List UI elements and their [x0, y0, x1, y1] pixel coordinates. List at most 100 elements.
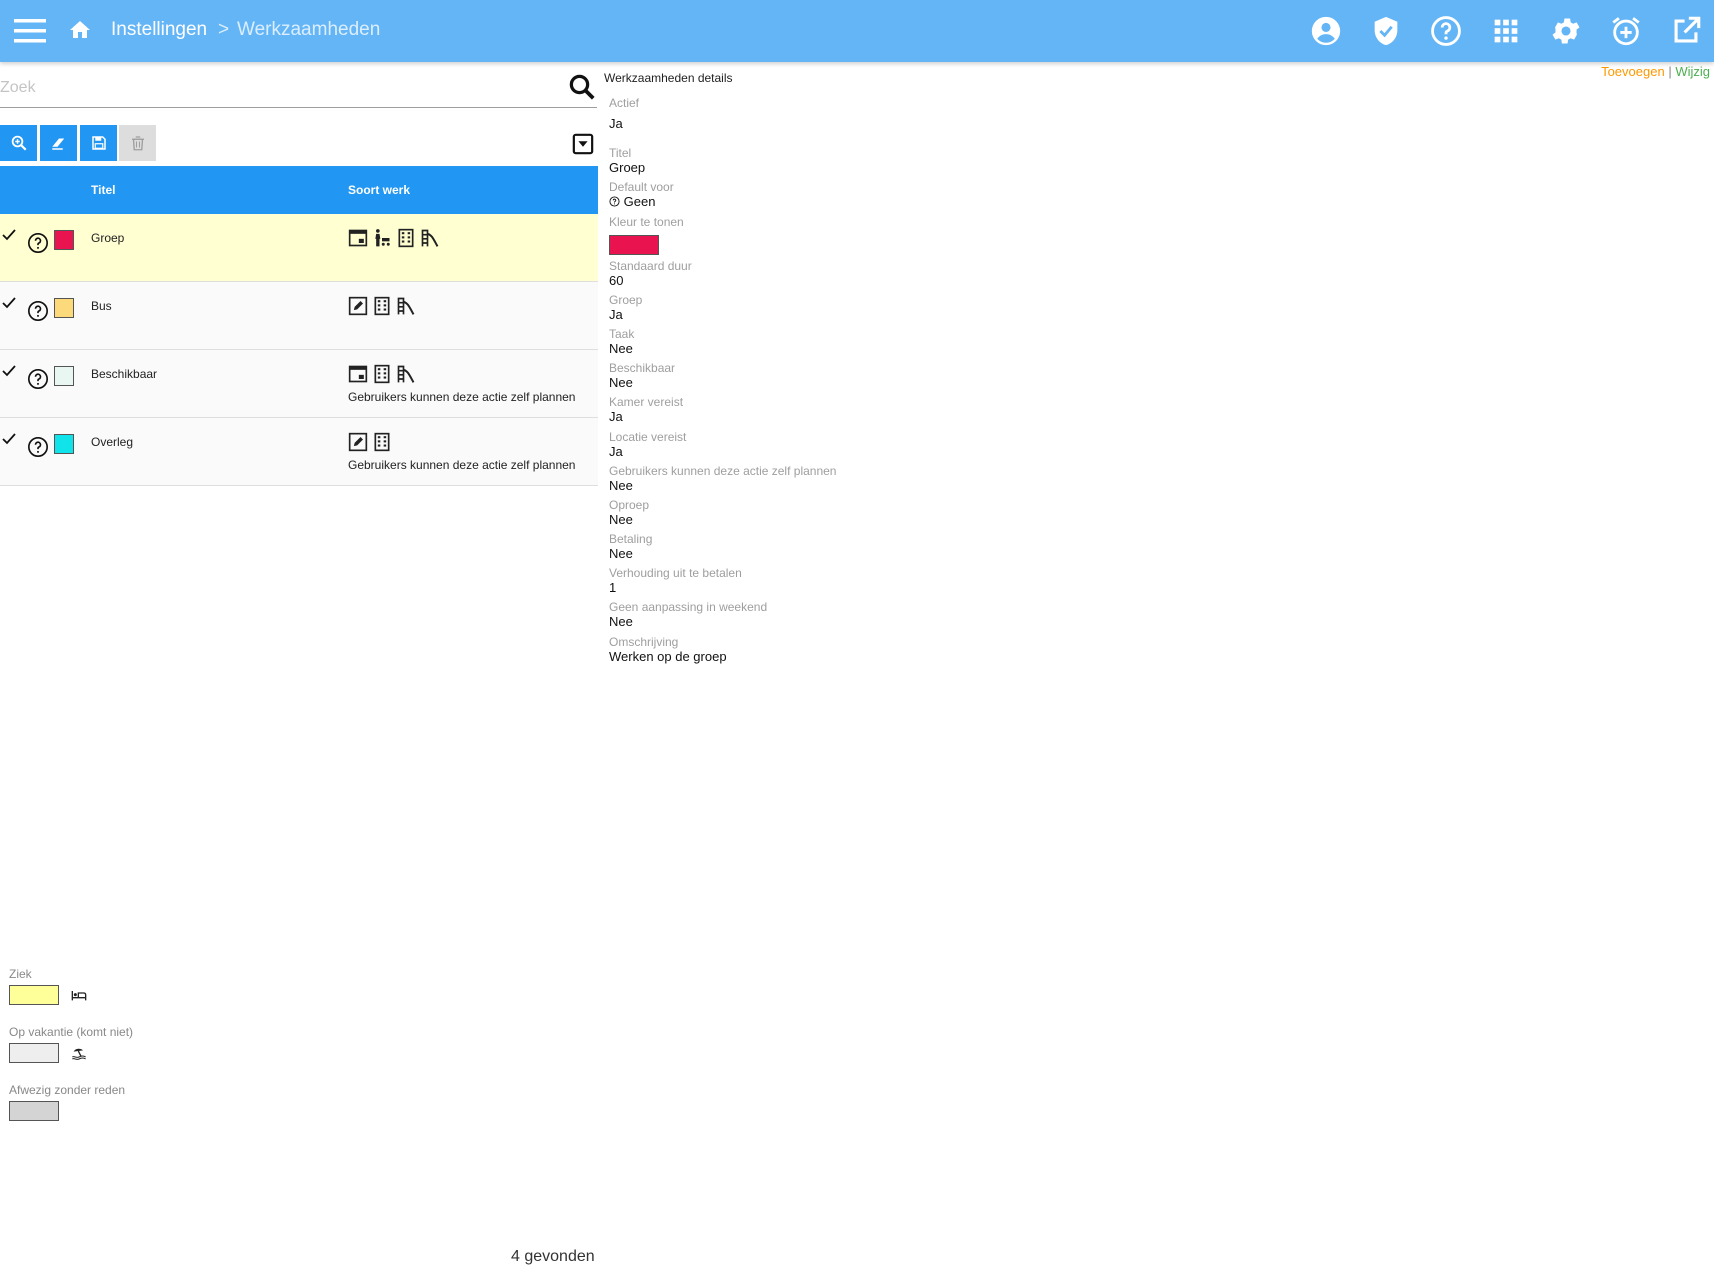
playground-icon	[397, 297, 415, 315]
legend-afwezig: Afwezig zonder reden	[9, 1083, 125, 1121]
zoom-button[interactable]	[0, 125, 37, 161]
add-link[interactable]: Toevoegen	[1601, 64, 1665, 79]
home-icon[interactable]	[68, 18, 94, 44]
field-value: Groep	[609, 160, 646, 175]
gear-icon[interactable]	[1549, 14, 1583, 48]
field-label: Gebruikers kunnen deze actie zelf planne…	[609, 464, 837, 478]
field-value: Ja	[609, 444, 623, 459]
row-work-type-icons	[348, 296, 416, 318]
field-label: Omschrijving	[609, 635, 679, 649]
edit-link[interactable]: Wijzig	[1675, 64, 1710, 79]
help-icon[interactable]	[1429, 14, 1463, 48]
menu-icon[interactable]	[14, 16, 46, 46]
search-bar	[0, 70, 597, 108]
field-value: Nee	[609, 512, 633, 527]
field-omschrijving: Omschrijving Werken op de groep	[609, 635, 727, 664]
top-bar: Instellingen > Werkzaamheden	[0, 0, 1714, 62]
row-title: Bus	[91, 299, 112, 313]
field-zelf-plannen: Gebruikers kunnen deze actie zelf planne…	[609, 464, 836, 493]
breadcrumb-instellingen[interactable]: Instellingen	[111, 19, 207, 41]
row-title: Groep	[91, 231, 125, 245]
field-default-voor: Default voor Geen	[609, 180, 674, 209]
row-color-swatch	[54, 298, 74, 318]
legend-vakantie: Op vakantie (komt niet)	[9, 1025, 133, 1063]
field-actief: Actief Ja	[609, 96, 639, 131]
open-external-icon[interactable]	[1669, 14, 1703, 48]
column-soort-werk[interactable]: Soort werk	[348, 183, 410, 197]
table-row[interactable]: Groep	[0, 214, 598, 282]
detail-title: Werkzaamheden details	[604, 71, 733, 85]
account-icon[interactable]	[1309, 14, 1343, 48]
delete-icon	[131, 136, 144, 151]
table-row[interactable]: Overleg Gebruikers kunnen deze actie zel…	[0, 418, 598, 486]
field-value-row: Geen	[609, 194, 674, 209]
row-work-type-icons	[348, 364, 416, 386]
check-icon	[2, 297, 16, 309]
row-note: Gebruikers kunnen deze actie zelf planne…	[348, 390, 576, 404]
help-circle-icon	[28, 233, 48, 253]
field-verhouding: Verhouding uit te betalen 1	[609, 566, 742, 595]
row-title: Overleg	[91, 435, 134, 449]
field-oproep: Oproep Nee	[609, 498, 649, 527]
breadcrumb-separator: >	[218, 19, 230, 40]
beach-icon	[72, 1048, 87, 1060]
field-label: Geen aanpassing in weekend	[609, 600, 768, 614]
legend-label: Afwezig zonder reden	[9, 1083, 126, 1097]
field-groep: Groep Ja	[609, 293, 642, 322]
field-value: Nee	[609, 546, 633, 561]
field-value: Nee	[609, 341, 633, 356]
check-icon	[2, 433, 16, 445]
apps-icon[interactable]	[1489, 14, 1523, 48]
field-value: 60	[609, 273, 624, 288]
field-value: Nee	[609, 614, 633, 629]
playground-icon	[397, 365, 415, 383]
field-kamer-vereist: Kamer vereist Ja	[609, 395, 683, 424]
shield-check-icon[interactable]	[1369, 14, 1403, 48]
help-circle-icon	[28, 301, 48, 321]
legend-swatch	[9, 985, 59, 1005]
legend-ziek: Ziek	[9, 967, 87, 1005]
clear-button[interactable]	[40, 125, 77, 161]
save-button[interactable]	[80, 125, 117, 161]
row-work-type-icons	[348, 228, 440, 250]
alarm-add-icon[interactable]	[1609, 14, 1643, 48]
row-work-type-icons	[348, 432, 392, 454]
row-title: Beschikbaar	[91, 367, 158, 381]
dropdown-box-icon[interactable]	[572, 133, 594, 155]
field-label: Kamer vereist	[609, 395, 684, 409]
building-icon	[374, 432, 390, 452]
delete-button[interactable]	[119, 125, 156, 161]
search-input[interactable]	[0, 70, 550, 106]
field-label: Taak	[609, 327, 635, 341]
color-swatch	[609, 235, 659, 255]
table-header: Titel Soort werk	[0, 166, 598, 214]
field-value: Werken op de groep	[609, 649, 727, 664]
building-icon	[374, 296, 390, 316]
breadcrumb-werkzaamheden: Werkzaamheden	[237, 19, 381, 40]
field-label: Beschikbaar	[609, 361, 676, 375]
field-label: Default voor	[609, 180, 674, 194]
search-icon[interactable]	[567, 72, 597, 102]
edit-square-icon	[348, 432, 368, 452]
help-circle-icon	[28, 369, 48, 389]
eraser-icon	[51, 138, 64, 150]
bed-icon	[72, 991, 87, 1001]
field-label: Standaard duur	[609, 259, 692, 273]
table-row[interactable]: Beschikbaar Gebruikers kunnen deze actie…	[0, 350, 598, 418]
field-label: Betaling	[609, 532, 653, 546]
detail-actions: Toevoegen | Wijzig	[1601, 64, 1710, 79]
field-value: Ja	[609, 307, 623, 322]
zoom-in-icon	[11, 135, 27, 151]
building-icon	[374, 364, 390, 384]
playground-icon	[421, 229, 439, 247]
table-row[interactable]: Bus	[0, 282, 598, 350]
field-taak: Taak Nee	[609, 327, 634, 356]
field-label: Actief	[609, 96, 640, 110]
help-circle-icon	[609, 196, 620, 207]
field-betaling: Betaling Nee	[609, 532, 652, 561]
row-color-swatch	[54, 230, 74, 250]
help-circle-icon	[28, 437, 48, 457]
check-icon	[2, 229, 16, 241]
field-weekend: Geen aanpassing in weekend Nee	[609, 600, 767, 629]
column-title[interactable]: Titel	[91, 183, 115, 197]
